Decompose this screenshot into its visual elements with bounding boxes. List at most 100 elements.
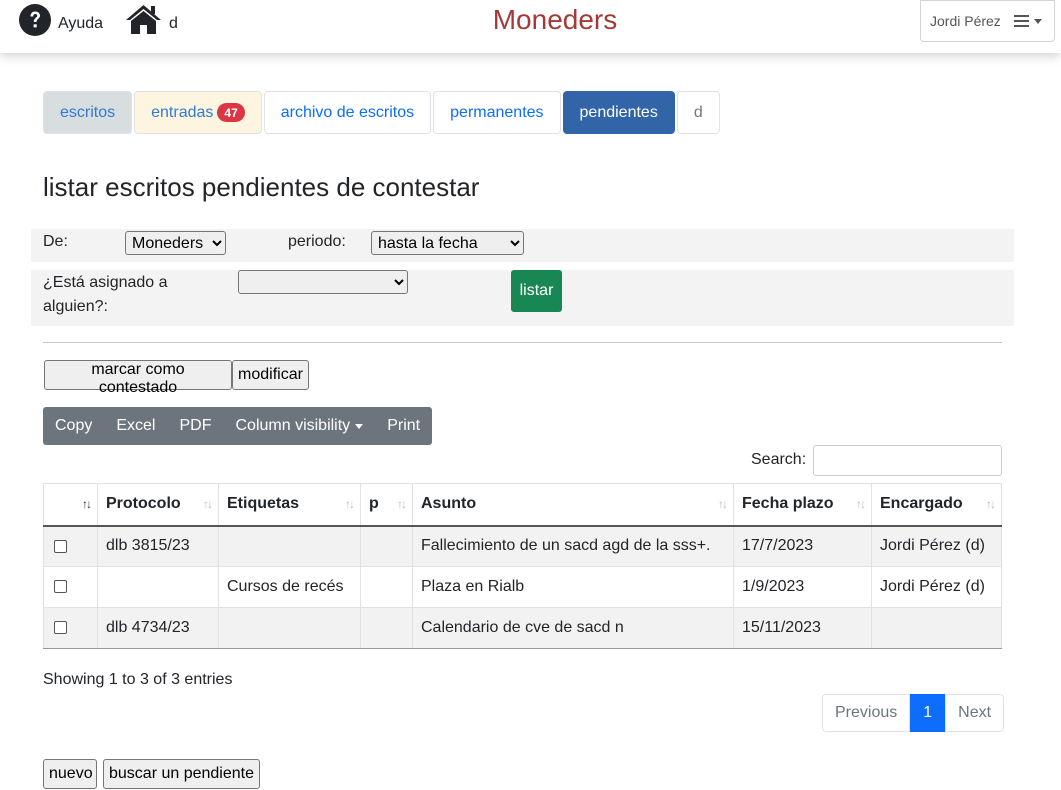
search-input[interactable] xyxy=(813,445,1002,476)
table-info: Showing 1 to 3 of 3 entries xyxy=(43,671,233,688)
column-header-fecha-plazo[interactable]: Fecha plazo ↑↓ xyxy=(733,483,872,527)
filter-row-origin: De: Moneders periodo: hasta la fecha xyxy=(31,229,1014,262)
button-label: Print xyxy=(387,417,421,434)
pdf-button[interactable]: PDF xyxy=(167,407,223,445)
column-visibility-button[interactable]: Column visibility xyxy=(223,407,375,445)
encargado-cell: Jordi Pérez (d) xyxy=(871,525,1002,567)
user-menu-button[interactable]: Jordi Pérez xyxy=(920,0,1055,42)
column-header-select[interactable]: ↑↓ xyxy=(43,483,98,527)
encargado-cell: Jordi Pérez (d) xyxy=(871,566,1002,608)
page-1-button[interactable]: 1 xyxy=(910,694,946,732)
tab-label: pendientes xyxy=(579,103,658,121)
tab-pendientes[interactable]: pendientes xyxy=(562,91,675,134)
filter-row-assigned: ¿Está asignado a alguien?: listar xyxy=(31,270,1014,326)
protocolo-cell xyxy=(97,566,219,608)
asignado-label: ¿Está asignado a alguien?: xyxy=(43,274,168,315)
copy-button[interactable]: Copy xyxy=(43,407,104,445)
nuevo-button[interactable]: nuevo xyxy=(43,759,97,789)
sort-icon: ↑↓ xyxy=(203,497,213,511)
caret-down-icon xyxy=(1033,18,1042,24)
sort-icon: ↑↓ xyxy=(986,497,996,511)
caret-down-icon xyxy=(355,423,364,429)
tab-entradas[interactable]: entradas 47 xyxy=(134,91,262,134)
fecha-plazo-cell: 17/7/2023 xyxy=(733,525,872,567)
header-label: Etiquetas xyxy=(227,495,300,513)
header-label: Fecha plazo xyxy=(742,495,834,513)
divider xyxy=(43,342,1002,343)
fecha-plazo-cell: 15/11/2023 xyxy=(733,607,872,649)
tab-label: entradas xyxy=(151,103,214,121)
column-header-p[interactable]: p ↑↓ xyxy=(360,483,413,527)
tab-label: permanentes xyxy=(450,103,544,121)
etiquetas-cell xyxy=(218,607,361,649)
header-label: p xyxy=(369,495,379,513)
tab-label: escritos xyxy=(60,103,116,121)
protocolo-cell: dlb 4734/23 xyxy=(97,607,219,649)
sort-icon: ↑↓ xyxy=(82,497,92,511)
button-label: PDF xyxy=(179,417,212,434)
brand-title: Moneders xyxy=(492,4,618,35)
hamburger-icon xyxy=(1013,15,1029,27)
column-header-protocolo[interactable]: Protocolo ↑↓ xyxy=(97,483,219,527)
top-navbar: Ayuda d Moneders Jordi Pérez xyxy=(0,0,1061,53)
protocolo-cell: dlb 3815/23 xyxy=(97,525,219,567)
row-checkbox[interactable] xyxy=(54,580,67,594)
previous-page-button[interactable]: Previous xyxy=(822,694,911,732)
p-cell xyxy=(360,566,413,608)
buscar-pendiente-button[interactable]: buscar un pendiente xyxy=(103,759,260,789)
table-header-row: ↑↓ Protocolo ↑↓ Etiquetas ↑↓ p ↑↓ Asunto ↑↓ … xyxy=(43,483,1002,527)
header-label: Encargado xyxy=(880,495,963,513)
p-cell xyxy=(360,607,413,649)
asunto-cell: Fallecimiento de un sacd agd de la sss+. xyxy=(412,525,734,567)
sort-icon: ↑↓ xyxy=(856,497,866,511)
mark-answered-button[interactable]: marcar como contestado xyxy=(44,360,232,396)
p-cell xyxy=(360,525,413,567)
tab-escritos[interactable]: escritos xyxy=(43,91,133,134)
de-label: De: xyxy=(43,233,68,250)
tab-d[interactable]: d xyxy=(676,91,720,134)
tab-label: archivo de escritos xyxy=(280,103,415,121)
column-header-etiquetas[interactable]: Etiquetas ↑↓ xyxy=(218,483,361,527)
tab-label: d xyxy=(693,103,703,121)
etiquetas-cell xyxy=(218,525,361,567)
row-select-cell xyxy=(43,607,98,649)
sort-icon: ↑↓ xyxy=(718,497,728,511)
table-row[interactable]: dlb 3815/23 Fallecimiento de un sacd agd… xyxy=(43,525,1002,567)
page-title: listar escritos pendientes de contestar xyxy=(43,172,480,202)
column-header-asunto[interactable]: Asunto ↑↓ xyxy=(412,483,734,527)
header-label: Asunto xyxy=(421,495,477,513)
section-tabs: escritos entradas 47 archivo de escritos … xyxy=(43,91,722,134)
asignado-select[interactable] xyxy=(238,270,408,294)
row-select-cell xyxy=(43,566,98,608)
listar-button[interactable]: listar xyxy=(511,270,562,312)
periodo-select[interactable]: hasta la fecha xyxy=(371,231,524,255)
encargado-cell xyxy=(871,607,1002,649)
header-label: Protocolo xyxy=(106,495,181,513)
column-header-encargado[interactable]: Encargado ↑↓ xyxy=(871,483,1002,527)
button-label: Column visibility xyxy=(235,417,351,434)
tab-archivo-de-escritos[interactable]: archivo de escritos xyxy=(263,91,432,134)
pagination: Previous 1 Next xyxy=(822,694,1005,732)
search-label: Search: xyxy=(751,451,807,468)
button-label: Excel xyxy=(116,417,156,434)
next-page-button[interactable]: Next xyxy=(945,694,1005,732)
export-buttons-group: Copy Excel PDF Column visibility Print xyxy=(43,407,433,445)
button-label: Copy xyxy=(55,417,93,434)
row-select-cell xyxy=(43,525,98,567)
table-row[interactable]: dlb 4734/23 Calendario de cve de sacd n … xyxy=(43,607,1002,649)
row-checkbox[interactable] xyxy=(54,621,67,635)
sort-icon: ↑↓ xyxy=(345,497,355,511)
de-select[interactable]: Moneders xyxy=(125,231,226,255)
count-badge: 47 xyxy=(217,103,245,122)
modify-button[interactable]: modificar xyxy=(232,360,309,390)
periodo-label: periodo: xyxy=(288,233,346,250)
tab-permanentes[interactable]: permanentes xyxy=(433,91,561,134)
print-button[interactable]: Print xyxy=(375,407,432,445)
excel-button[interactable]: Excel xyxy=(104,407,167,445)
table-row[interactable]: Cursos de recés Plaza en Rialb 1/9/2023 … xyxy=(43,566,1002,608)
pending-table: ↑↓ Protocolo ↑↓ Etiquetas ↑↓ p ↑↓ Asunto ↑↓ … xyxy=(43,483,1002,649)
sort-icon: ↑↓ xyxy=(397,497,407,511)
asunto-cell: Calendario de cve de sacd n xyxy=(412,607,734,649)
row-checkbox[interactable] xyxy=(54,539,67,553)
fecha-plazo-cell: 1/9/2023 xyxy=(733,566,872,608)
